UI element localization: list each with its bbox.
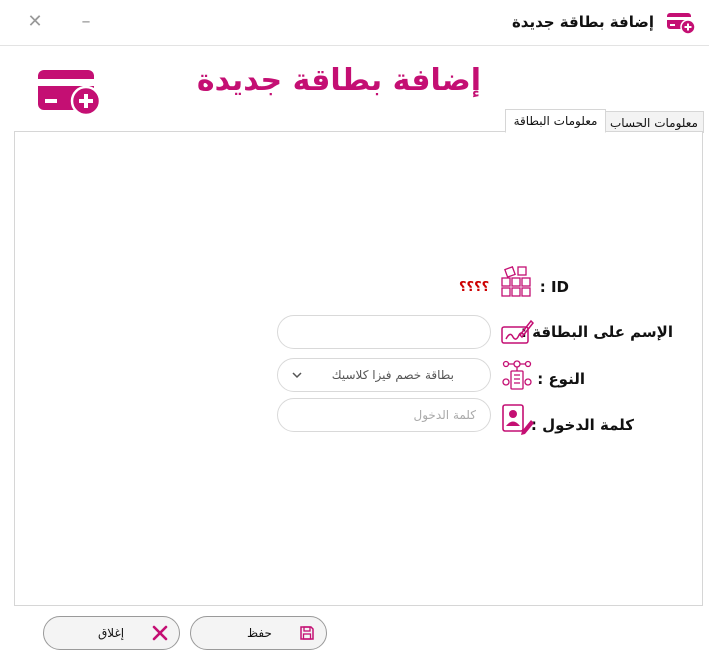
card-network-icon xyxy=(502,360,532,390)
save-button[interactable]: حفظ xyxy=(190,616,327,650)
title-bar: ✕ – إضافة بطاقة جديدة xyxy=(0,0,709,46)
password-input[interactable] xyxy=(278,399,490,431)
password-label: كلمة الدخول : xyxy=(530,416,634,434)
close-button[interactable]: إغلاق xyxy=(43,616,180,650)
tab-card-info[interactable]: معلومات البطاقة xyxy=(505,109,606,133)
card-add-icon xyxy=(667,13,696,34)
card-name-label: الإسم على البطاقة : xyxy=(520,323,673,341)
card-name-field[interactable] xyxy=(277,315,491,349)
user-edit-icon xyxy=(502,404,534,435)
tab-account-info[interactable]: معلومات الحساب xyxy=(604,111,704,133)
save-button-label: حفظ xyxy=(247,626,272,640)
close-button-label: إغلاق xyxy=(98,626,125,640)
chevron-down-icon xyxy=(292,367,302,386)
close-window-button[interactable]: ✕ xyxy=(21,10,49,34)
id-value: ؟؟؟؟ xyxy=(459,280,490,295)
card-remove-add-icon xyxy=(38,70,102,116)
password-field[interactable] xyxy=(277,398,491,432)
id-label: ID : xyxy=(539,278,569,296)
type-select[interactable]: بطاقة خصم فيزا كلاسيك xyxy=(277,358,491,392)
card-name-input[interactable] xyxy=(278,316,490,348)
id-blocks-icon xyxy=(501,266,531,297)
type-select-value: بطاقة خصم فيزا كلاسيك xyxy=(331,368,454,382)
save-icon xyxy=(300,626,314,640)
signature-icon xyxy=(501,319,534,344)
page-title: إضافة بطاقة جديدة xyxy=(196,63,481,98)
close-x-icon xyxy=(152,625,168,641)
type-label: النوع : xyxy=(537,370,585,388)
minimize-window-button[interactable]: – xyxy=(72,10,100,34)
window-title: إضافة بطاقة جديدة xyxy=(511,13,654,31)
